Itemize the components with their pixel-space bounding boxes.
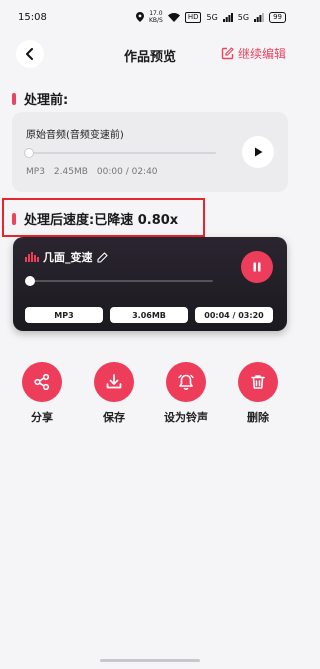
- delete-button[interactable]: [238, 362, 278, 402]
- share-label: 分享: [31, 411, 53, 424]
- original-progress-knob[interactable]: [24, 148, 34, 158]
- processed-format-chip: MP3: [25, 307, 103, 323]
- original-audio-card: 原始音频(音频变速前) MP3 2.45MB 00:00 / 02:40: [12, 112, 288, 192]
- original-play-button[interactable]: [242, 136, 274, 168]
- net-speed: 17.0 KB/S: [149, 10, 163, 24]
- network-label: 5G: [206, 12, 218, 22]
- original-progress-track[interactable]: [28, 152, 216, 154]
- edit-icon: [221, 47, 234, 60]
- original-audio-meta: MP3 2.45MB 00:00 / 02:40: [26, 167, 158, 177]
- net-speed-unit: KB/S: [148, 17, 163, 24]
- processed-pause-button[interactable]: [241, 251, 273, 283]
- ringtone-action[interactable]: 设为铃声: [156, 362, 216, 425]
- home-indicator[interactable]: [100, 659, 200, 662]
- trash-icon: [251, 375, 265, 389]
- share-button[interactable]: [22, 362, 62, 402]
- save-action[interactable]: 保存: [84, 362, 144, 425]
- ringtone-button[interactable]: [166, 362, 206, 402]
- processed-audio-card: 几面_变速 MP3 3.06MB 00:04 / 03:20: [13, 237, 287, 331]
- before-section-label: 处理前:: [24, 93, 69, 108]
- hd-badge: HD: [184, 11, 202, 23]
- status-icons: 17.0 KB/S HD 5G 5G 99: [135, 10, 286, 24]
- save-label: 保存: [103, 411, 125, 424]
- processed-audio-title: 几面_变速: [25, 249, 108, 265]
- pause-icon: [253, 262, 261, 272]
- processed-size-chip: 3.06MB: [110, 307, 188, 323]
- before-section-title: 处理前:: [12, 89, 68, 108]
- section-marker: [12, 92, 16, 105]
- original-size: 2.45MB: [53, 167, 88, 177]
- continue-edit-button[interactable]: 继续编辑: [221, 45, 286, 62]
- wifi-icon: [167, 12, 180, 22]
- save-button[interactable]: [94, 362, 134, 402]
- waveform-icon: [25, 252, 39, 262]
- signal-icon: [222, 12, 233, 22]
- ringtone-label: 设为铃声: [164, 411, 208, 424]
- battery-indicator: 99: [269, 11, 286, 23]
- original-format: MP3: [26, 167, 45, 177]
- processed-progress-knob[interactable]: [25, 276, 35, 286]
- network-label-2: 5G: [237, 12, 250, 22]
- bell-icon: [178, 374, 194, 390]
- play-icon: [255, 147, 263, 157]
- status-time: 15:08: [18, 12, 47, 23]
- continue-edit-label: 继续编辑: [237, 47, 286, 61]
- signal-icon-2: [254, 12, 265, 22]
- share-action[interactable]: 分享: [12, 362, 72, 425]
- nav-bar: 作品预览 继续编辑: [0, 36, 300, 72]
- original-audio-name: 原始音频(音频变速前): [26, 130, 124, 141]
- download-icon: [106, 374, 122, 389]
- share-icon: [34, 373, 50, 391]
- processed-progress-track[interactable]: [29, 280, 213, 282]
- original-time: 00:00 / 02:40: [96, 167, 158, 177]
- delete-action[interactable]: 删除: [228, 362, 288, 425]
- location-icon: [135, 12, 144, 22]
- rename-pencil-icon[interactable]: [96, 251, 108, 263]
- highlight-annotation: [2, 198, 205, 237]
- delete-label: 删除: [247, 411, 269, 424]
- processed-audio-name: 几面_变速: [43, 251, 93, 264]
- processed-time-chip: 00:04 / 03:20: [195, 307, 273, 323]
- action-bar: 分享 保存 设为铃声 删除: [0, 362, 300, 425]
- status-bar: 15:08 17.0 KB/S HD 5G 5G 99: [0, 0, 300, 36]
- net-speed-value: 17.0: [149, 10, 163, 17]
